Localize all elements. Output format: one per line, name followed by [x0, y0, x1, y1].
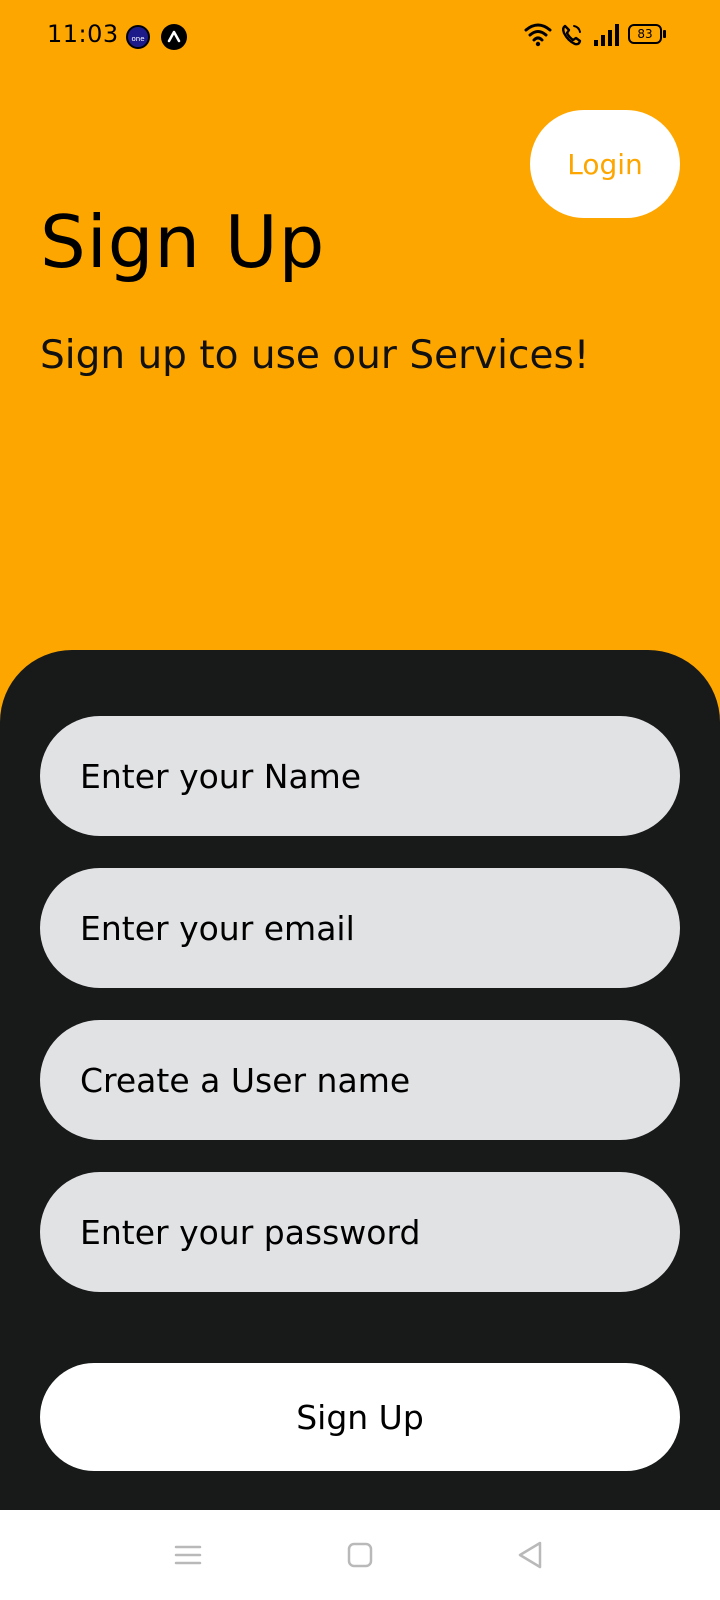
status-bar: 11:03 one 83 — [0, 0, 720, 72]
email-input[interactable] — [40, 868, 680, 988]
back-icon[interactable] — [512, 1537, 548, 1573]
app-notification-icon-2 — [161, 24, 187, 50]
page-title: Sign Up — [40, 200, 326, 284]
status-indicators: 83 — [524, 22, 674, 50]
status-time: 11:03 — [47, 20, 119, 48]
battery-tip — [663, 30, 666, 38]
wifi-icon — [524, 23, 552, 47]
call-icon — [562, 24, 582, 46]
home-icon[interactable] — [342, 1537, 378, 1573]
login-button[interactable]: Login — [530, 110, 680, 218]
battery-level: 83 — [637, 27, 653, 41]
signup-form-card: Sign Up — [0, 650, 720, 1510]
battery-icon: 83 — [628, 24, 662, 44]
username-input[interactable] — [40, 1020, 680, 1140]
password-input[interactable] — [40, 1172, 680, 1292]
name-input[interactable] — [40, 716, 680, 836]
signal-icon — [594, 24, 619, 46]
menu-icon[interactable] — [170, 1537, 206, 1573]
page-subtitle: Sign up to use our Services! — [40, 333, 590, 378]
system-nav-bar — [0, 1510, 720, 1600]
signup-submit-button[interactable]: Sign Up — [40, 1363, 680, 1471]
app-notification-icon: one — [126, 25, 150, 49]
